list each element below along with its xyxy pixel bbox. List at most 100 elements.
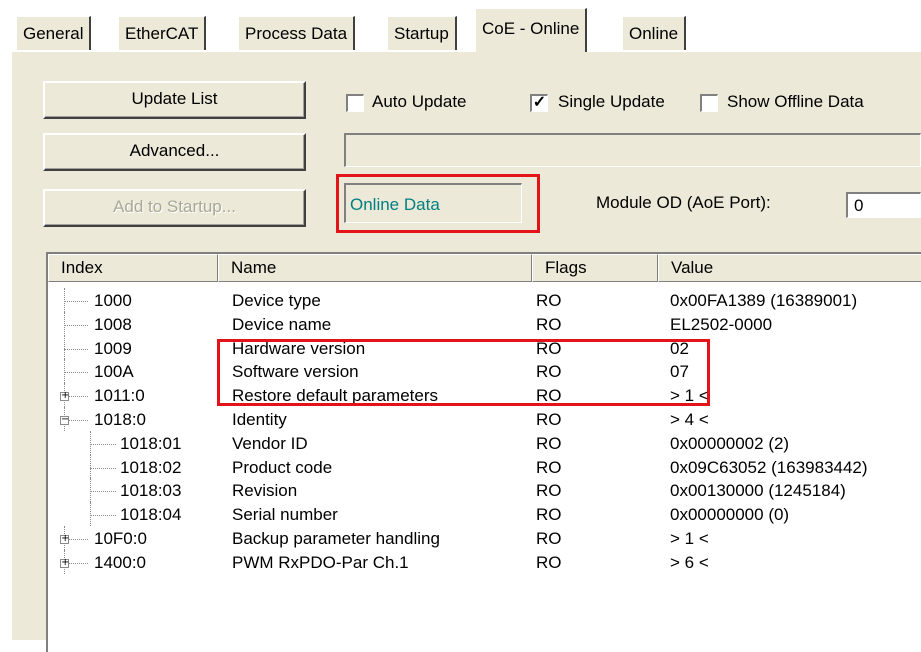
cell-flags: RO: [536, 314, 562, 334]
table-row[interactable]: 1018:03 Revision RO 0x00130000 (1245184): [48, 478, 921, 504]
cell-index: 1008: [94, 314, 132, 334]
tree-connector: [90, 491, 116, 493]
table-row[interactable]: 1018:02 Product code RO 0x09C63052 (1639834…: [48, 454, 921, 481]
tab-label: Online: [629, 24, 679, 43]
cell-flags: RO: [536, 505, 562, 525]
cell-flags: RO: [536, 529, 562, 548]
cell-value: > 1 <: [670, 529, 709, 548]
tab-ethercat[interactable]: EtherCAT: [118, 16, 207, 50]
column-header-label: Flags: [545, 258, 587, 277]
column-header-label: Value: [671, 258, 714, 277]
cell-value: 0x00FA1389 (16389001): [670, 291, 858, 310]
advanced-button[interactable]: Advanced...: [43, 133, 306, 171]
table-row[interactable]: 1008 Device name RO EL2502-0000: [48, 311, 921, 338]
cell-value: > 6 <: [670, 552, 709, 572]
cell-index: 1009: [94, 338, 132, 358]
table-row[interactable]: +10F0:0 Backup parameter handling RO > 1 <: [48, 526, 921, 552]
table-row[interactable]: − 1018:0 Identity RO > 4 <: [48, 407, 921, 433]
column-header-label: Index: [61, 258, 103, 277]
coe-object-list[interactable]: Index Name Flags Value 1000 Device type RO…: [46, 252, 921, 652]
cell-value: 0x00000002 (2): [670, 433, 790, 453]
cell-name: Vendor ID: [232, 433, 308, 453]
tree-connector: [64, 359, 65, 384]
tree-connector: [64, 324, 88, 326]
tab-label: General: [23, 24, 84, 43]
cell-index: 1018:0: [94, 410, 146, 429]
module-od-input[interactable]: 0: [846, 192, 921, 218]
module-od-label: Module OD (AoE Port):: [596, 193, 771, 212]
tree-connector: [90, 515, 116, 517]
column-header-value[interactable]: Value: [658, 254, 921, 282]
module-od-value: 0: [854, 196, 864, 215]
online-data-indicator: Online Data: [344, 183, 522, 223]
auto-update-checkbox[interactable]: [346, 94, 364, 112]
tree-connector: [90, 467, 116, 469]
button-label: Advanced...: [129, 141, 220, 160]
button-label: Add to Startup...: [113, 197, 236, 216]
tab-label: EtherCAT: [125, 24, 199, 43]
cell-flags: RO: [536, 457, 562, 477]
column-header-index[interactable]: Index: [48, 254, 218, 282]
cell-index: 1018:01: [120, 433, 182, 453]
cell-index: 1018:04: [120, 505, 182, 525]
cell-index: 100A: [94, 362, 134, 382]
cell-name: Software version: [232, 362, 359, 382]
column-header-flags[interactable]: Flags: [532, 254, 658, 282]
cell-index: 10F0:0: [94, 529, 147, 548]
cell-flags: RO: [536, 410, 562, 429]
cell-flags: RO: [536, 433, 562, 453]
tree-connector: [64, 288, 65, 312]
expand-icon[interactable]: +: [60, 557, 69, 568]
cell-value: > 4 <: [670, 410, 709, 429]
tree-connector: [64, 372, 88, 374]
expand-icon[interactable]: +: [60, 391, 69, 402]
tree-connector: [64, 301, 88, 302]
add-to-startup-button[interactable]: Add to Startup...: [43, 189, 306, 227]
tab-startup[interactable]: Startup: [387, 16, 457, 50]
cell-name: Device type: [232, 291, 321, 310]
cell-index: 1011:0: [94, 386, 145, 406]
cell-index: 1000: [94, 291, 132, 310]
cell-name: Product code: [232, 457, 333, 477]
expand-icon[interactable]: +: [60, 534, 69, 544]
cell-value: 07: [670, 362, 689, 382]
single-update-checkbox[interactable]: ✓: [530, 94, 548, 112]
cell-name: Device name: [232, 314, 332, 334]
table-row[interactable]: 1018:01 Vendor ID RO 0x00000002 (2): [48, 430, 921, 457]
table-row[interactable]: 100A Software version RO 07: [48, 359, 921, 385]
cell-flags: RO: [536, 291, 562, 310]
cell-name: Hardware version: [232, 338, 366, 358]
cell-value: 0x00000000 (0): [670, 505, 790, 525]
cell-flags: RO: [536, 386, 562, 406]
button-label: Update List: [131, 89, 218, 108]
cell-name: Backup parameter handling: [232, 529, 440, 548]
cell-flags: RO: [536, 338, 562, 358]
cell-name: Serial number: [232, 505, 338, 525]
tree-connector: [90, 430, 91, 455]
cell-name: Revision: [232, 481, 298, 501]
cell-index: 1018:03: [120, 481, 182, 501]
tab-label: Startup: [394, 24, 449, 43]
column-header-label: Name: [231, 258, 277, 277]
table-row[interactable]: +1011:0 Restore default parameters RO > 1 <: [48, 383, 921, 409]
update-list-button[interactable]: Update List: [43, 81, 306, 119]
tree-connector: [64, 311, 65, 336]
cell-name: Identity: [232, 410, 287, 429]
collapse-icon[interactable]: −: [60, 415, 69, 425]
tab-coe-online[interactable]: CoE - Online: [475, 8, 588, 52]
tab-online[interactable]: Online: [622, 16, 687, 50]
online-data-text: Online Data: [350, 195, 440, 214]
cell-index: 1018:02: [120, 457, 182, 477]
tab-process-data[interactable]: Process Data: [238, 16, 356, 50]
tab-label: CoE - Online: [482, 19, 580, 38]
column-header-name[interactable]: Name: [218, 254, 532, 282]
show-offline-data-checkbox[interactable]: [700, 94, 718, 112]
table-row[interactable]: 1000 Device type RO 0x00FA1389 (16389001): [48, 288, 921, 314]
table-row[interactable]: +1400:0 PWM RxPDO-Par Ch.1 RO > 6 <: [48, 549, 921, 576]
status-field: [344, 133, 921, 167]
tab-general[interactable]: General: [16, 16, 92, 50]
cell-flags: RO: [536, 481, 562, 501]
tree-connector: [90, 502, 91, 526]
table-row[interactable]: 1018:04 Serial number RO 0x00000000 (0): [48, 502, 921, 528]
table-row[interactable]: 1009 Hardware version RO 02: [48, 335, 921, 362]
